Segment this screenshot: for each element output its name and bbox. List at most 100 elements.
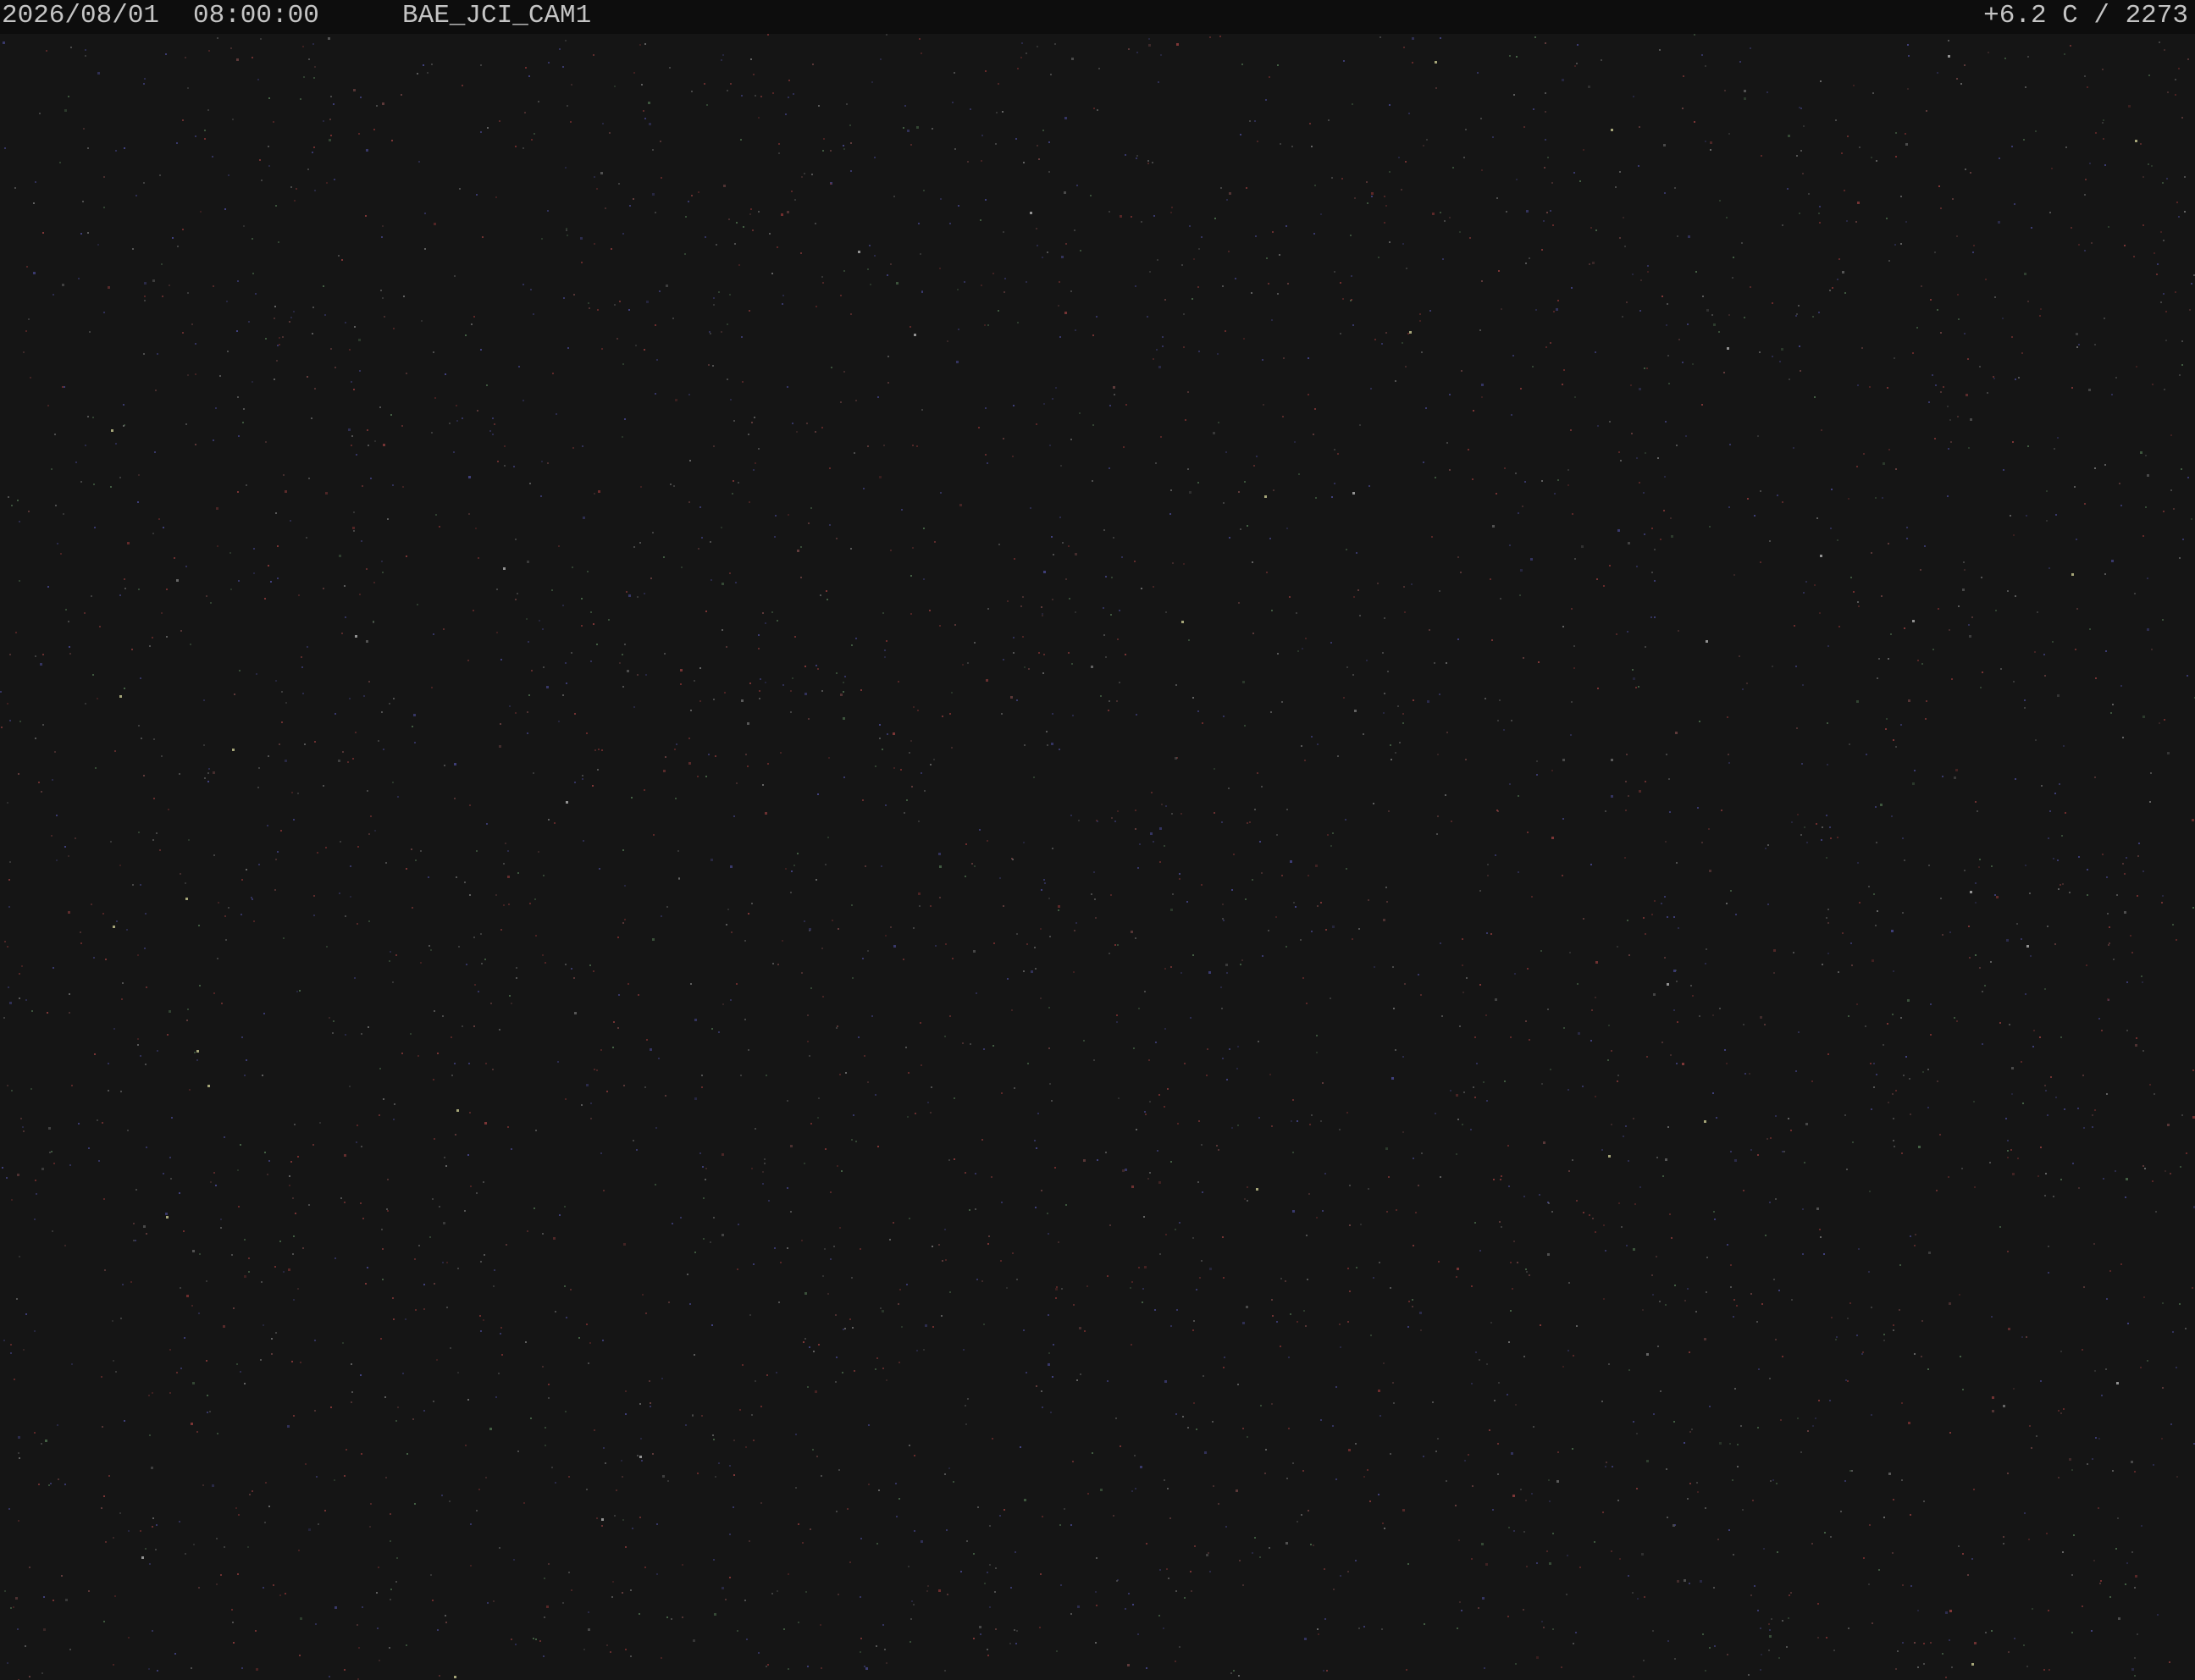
star-speck	[1445, 794, 1446, 796]
star-speck	[1330, 998, 1331, 999]
star-speck	[1107, 1275, 1109, 1277]
star-speck	[1435, 477, 1436, 478]
star-speck	[1072, 1461, 1074, 1462]
star-speck	[1287, 283, 1289, 285]
star-speck	[495, 1396, 497, 1398]
star-speck	[1048, 898, 1050, 899]
star-speck	[84, 612, 86, 614]
star-speck	[184, 1337, 185, 1339]
star-speck	[216, 1538, 218, 1539]
star-speck	[1235, 278, 1236, 279]
star-speck	[148, 1668, 150, 1670]
star-speck	[726, 646, 727, 648]
star-speck	[346, 1449, 347, 1451]
star-speck	[1395, 1049, 1396, 1051]
star-speck	[1078, 820, 1080, 821]
star-speck	[2126, 857, 2127, 859]
star-speck	[213, 439, 214, 441]
star-speck	[962, 664, 964, 666]
star-speck	[1757, 1154, 1759, 1156]
star-speck	[2189, 309, 2191, 311]
star-speck	[1068, 652, 1070, 654]
star-speck	[1145, 1114, 1147, 1115]
star-speck	[1423, 145, 1424, 146]
star-speck	[702, 1166, 704, 1168]
star-speck	[2040, 1147, 2042, 1148]
star-speck	[1763, 1548, 1765, 1550]
star-speck	[1477, 72, 1479, 74]
star-speck	[847, 1508, 849, 1510]
star-speck	[1285, 946, 1287, 948]
star-speck	[963, 1349, 965, 1351]
star-speck	[875, 1368, 876, 1370]
star-speck	[952, 958, 954, 959]
star-speck	[1487, 875, 1489, 876]
star-speck	[207, 781, 209, 782]
star-speck	[2095, 677, 2097, 679]
star-speck	[635, 345, 637, 346]
star-speck	[1379, 1415, 1381, 1417]
star-speck	[1080, 250, 1081, 251]
star-speck	[115, 150, 117, 152]
star-speck	[1872, 92, 1874, 94]
star-speck	[1659, 49, 1661, 51]
star-speck	[910, 613, 912, 615]
star-speck	[1709, 1406, 1711, 1407]
star-speck	[2084, 194, 2086, 196]
star-speck	[1131, 216, 1132, 218]
star-speck	[1175, 1590, 1177, 1592]
star-speck	[345, 915, 346, 917]
star-speck	[893, 732, 895, 735]
star-speck	[1687, 1288, 1689, 1290]
star-speck	[1849, 1470, 1851, 1472]
star-speck	[887, 274, 888, 276]
star-speck	[718, 1462, 720, 1464]
star-speck	[1281, 701, 1283, 703]
star-speck	[435, 514, 437, 516]
star-speck	[1370, 1335, 1372, 1336]
star-speck	[307, 376, 308, 378]
star-speck	[1735, 914, 1737, 915]
star-speck	[314, 190, 316, 191]
star-speck	[614, 1515, 616, 1517]
star-speck	[1691, 1429, 1693, 1430]
star-speck	[1296, 612, 1297, 614]
star-speck	[367, 790, 368, 792]
star-speck	[69, 1164, 71, 1166]
star-speck	[1388, 810, 1390, 812]
star-speck	[644, 1567, 646, 1568]
star-speck	[1712, 1092, 1714, 1094]
star-speck	[1897, 1650, 1899, 1652]
star-speck	[722, 1153, 724, 1156]
star-speck	[137, 954, 139, 956]
star-speck	[473, 316, 475, 318]
star-speck	[1727, 716, 1728, 718]
star-speck	[1895, 156, 1897, 158]
star-speck	[701, 1075, 703, 1076]
star-speck	[1359, 615, 1361, 616]
star-speck	[218, 902, 219, 904]
star-speck	[656, 1573, 658, 1575]
star-speck	[2192, 819, 2194, 821]
star-speck	[1617, 1500, 1619, 1501]
star-speck	[1480, 118, 1482, 119]
star-speck	[625, 1649, 627, 1650]
star-speck	[2148, 163, 2149, 165]
star-speck	[1337, 755, 1339, 757]
star-speck	[2098, 1507, 2099, 1509]
star-speck	[2023, 1644, 2025, 1646]
star-speck	[2181, 364, 2183, 366]
star-speck	[1918, 1146, 1921, 1148]
star-speck	[1873, 893, 1875, 895]
star-speck	[1456, 1094, 1458, 1097]
star-speck	[2131, 1668, 2134, 1671]
star-speck	[984, 324, 986, 326]
star-speck	[1908, 699, 1910, 702]
star-speck	[527, 732, 528, 734]
star-speck	[1968, 624, 1970, 626]
star-speck	[294, 1124, 296, 1125]
star-speck	[71, 1085, 73, 1086]
star-speck	[602, 123, 604, 124]
star-speck	[238, 1206, 240, 1208]
star-speck	[2021, 1061, 2022, 1063]
